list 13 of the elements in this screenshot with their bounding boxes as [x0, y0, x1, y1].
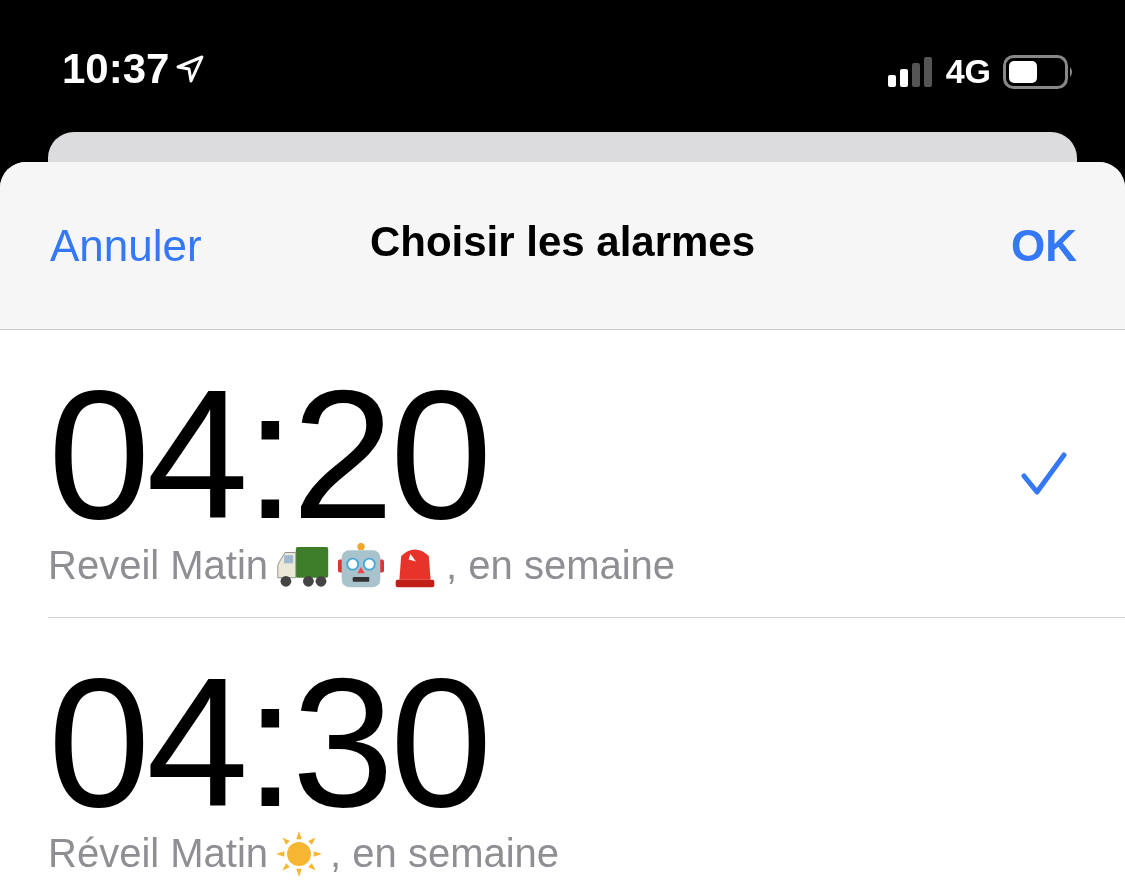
- alarm-row[interactable]: 04:30 Réveil Matin , en semaine: [48, 618, 1125, 882]
- battery-icon: [1003, 54, 1075, 89]
- checkmark-icon: [1021, 451, 1067, 496]
- status-time: 10:37: [62, 44, 170, 94]
- cancel-button[interactable]: Annuler: [50, 220, 202, 271]
- alarm-row[interactable]: 04:20 Reveil Matin , en semaine: [48, 330, 1125, 618]
- sun-icon: [276, 830, 323, 877]
- ok-button[interactable]: OK: [1011, 220, 1077, 271]
- sheet-title: Choisir les alarmes: [369, 218, 756, 266]
- network-type: 4G: [945, 52, 991, 91]
- robot-icon: [338, 542, 385, 589]
- location-arrow-icon: [175, 54, 206, 84]
- signal-icon: [887, 56, 934, 87]
